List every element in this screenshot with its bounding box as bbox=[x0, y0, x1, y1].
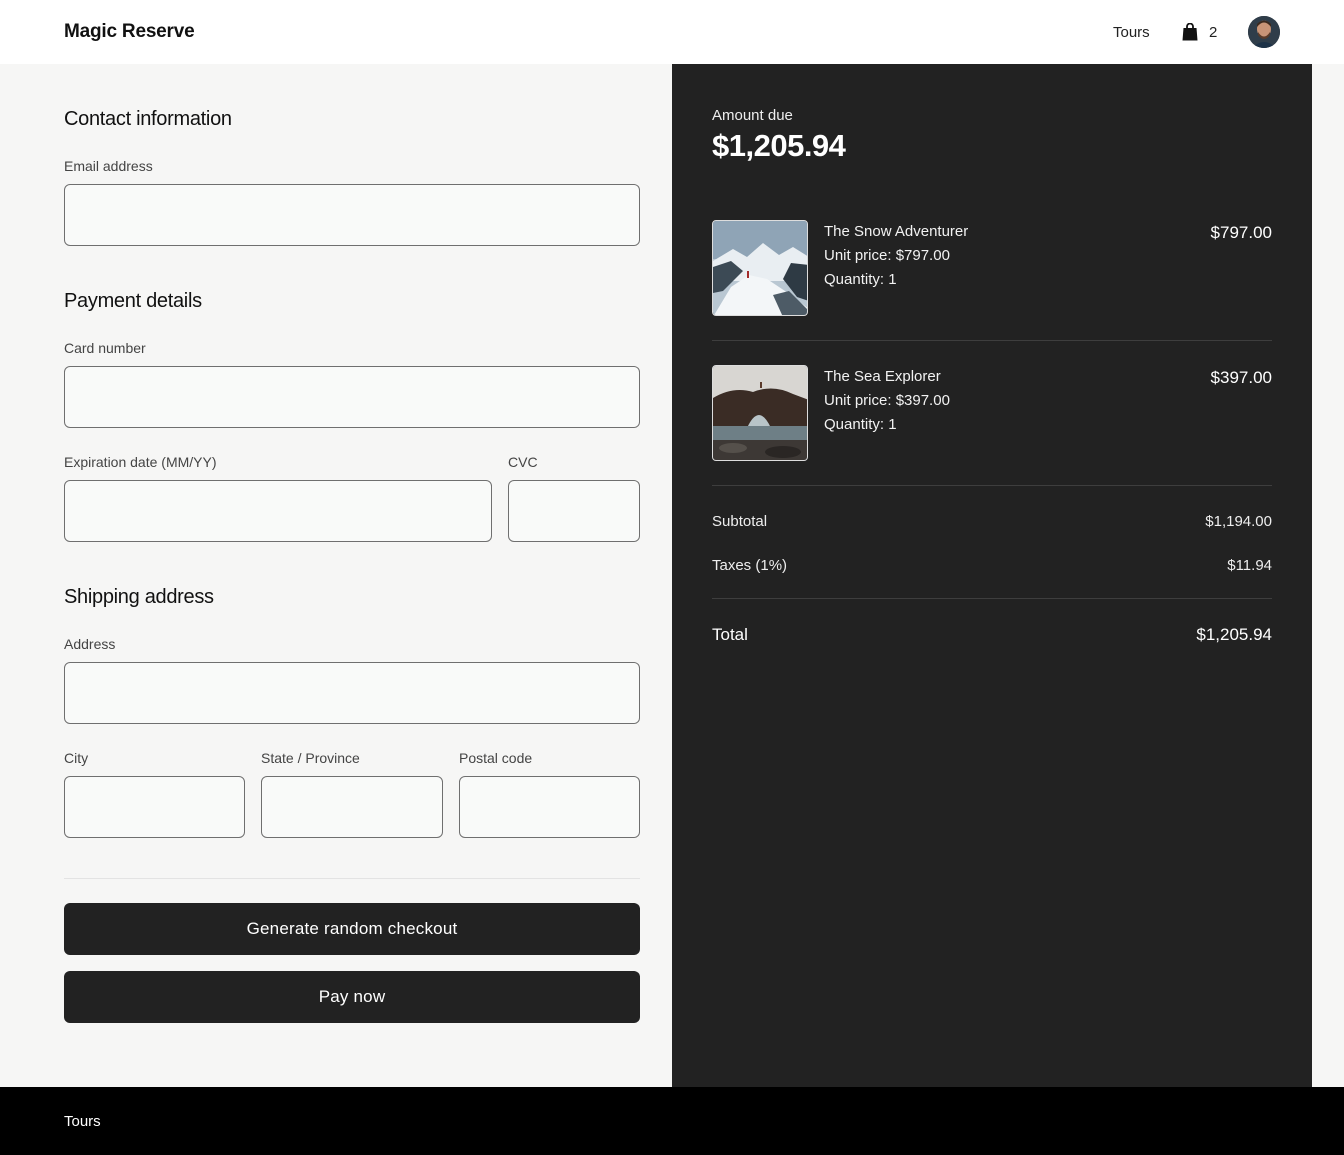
shopping-bag-icon bbox=[1182, 23, 1198, 41]
nav-link-tours[interactable]: Tours bbox=[1113, 24, 1150, 41]
form-divider bbox=[64, 878, 640, 879]
taxes-value: $11.94 bbox=[1227, 557, 1272, 574]
top-nav-bar: Magic Reserve Tours 2 bbox=[0, 0, 1344, 64]
email-field[interactable] bbox=[64, 184, 640, 246]
address-field[interactable] bbox=[64, 662, 640, 724]
item-name[interactable]: The Sea Explorer bbox=[824, 368, 941, 385]
total-value: $1,205.94 bbox=[1196, 625, 1272, 644]
city-label: City bbox=[64, 750, 89, 766]
items-divider bbox=[712, 485, 1272, 486]
order-item: The Snow Adventurer Unit price: $797.00 … bbox=[712, 220, 1272, 316]
item-quantity: Quantity: 1 bbox=[824, 416, 897, 433]
item-price: $797.00 bbox=[1210, 223, 1272, 242]
card-number-label: Card number bbox=[64, 340, 146, 356]
cvc-field[interactable] bbox=[508, 480, 640, 542]
total-label: Total bbox=[712, 625, 748, 644]
item-name[interactable]: The Snow Adventurer bbox=[824, 223, 968, 240]
email-label: Email address bbox=[64, 158, 153, 174]
address-label: Address bbox=[64, 636, 116, 652]
postal-code-field[interactable] bbox=[459, 776, 640, 838]
total-divider bbox=[712, 598, 1272, 599]
payment-section-title: Payment details bbox=[64, 290, 202, 312]
taxes-label: Taxes (1%) bbox=[712, 557, 788, 574]
contact-section-title: Contact information bbox=[64, 108, 232, 130]
order-summary-panel: Amount due $1,205.94 The Snow Adventurer… bbox=[672, 64, 1312, 1087]
subtotal-value: $1,194.00 bbox=[1205, 513, 1272, 530]
expiry-label: Expiration date (MM/YY) bbox=[64, 454, 217, 470]
page-footer: Tours bbox=[0, 1087, 1344, 1155]
expiry-field[interactable] bbox=[64, 480, 492, 542]
shipping-section-title: Shipping address bbox=[64, 586, 214, 608]
checkout-form: Contact information Email address Paymen… bbox=[0, 64, 672, 1087]
brand-logo[interactable]: Magic Reserve bbox=[64, 21, 195, 43]
order-item: The Sea Explorer Unit price: $397.00 Qua… bbox=[712, 365, 1272, 461]
product-thumbnail bbox=[712, 365, 808, 461]
pay-now-button[interactable]: Pay now bbox=[64, 971, 640, 1023]
cvc-label: CVC bbox=[508, 454, 538, 470]
generate-random-checkout-button[interactable]: Generate random checkout bbox=[64, 903, 640, 955]
amount-due-label: Amount due bbox=[712, 107, 793, 124]
card-number-field[interactable] bbox=[64, 366, 640, 428]
item-quantity: Quantity: 1 bbox=[824, 271, 897, 288]
item-price: $397.00 bbox=[1210, 368, 1272, 387]
item-unit-price: Unit price: $397.00 bbox=[824, 392, 950, 409]
user-avatar[interactable] bbox=[1248, 16, 1280, 48]
state-label: State / Province bbox=[261, 750, 360, 766]
product-thumbnail bbox=[712, 220, 808, 316]
state-field[interactable] bbox=[261, 776, 443, 838]
footer-link-tours[interactable]: Tours bbox=[64, 1113, 101, 1130]
city-field[interactable] bbox=[64, 776, 245, 838]
cart-count: 2 bbox=[1209, 23, 1218, 41]
item-divider bbox=[712, 340, 1272, 341]
item-unit-price: Unit price: $797.00 bbox=[824, 247, 950, 264]
cart-button[interactable]: 2 bbox=[1182, 22, 1217, 42]
subtotal-label: Subtotal bbox=[712, 513, 768, 530]
amount-due-value: $1,205.94 bbox=[712, 128, 846, 163]
postal-code-label: Postal code bbox=[459, 750, 533, 766]
